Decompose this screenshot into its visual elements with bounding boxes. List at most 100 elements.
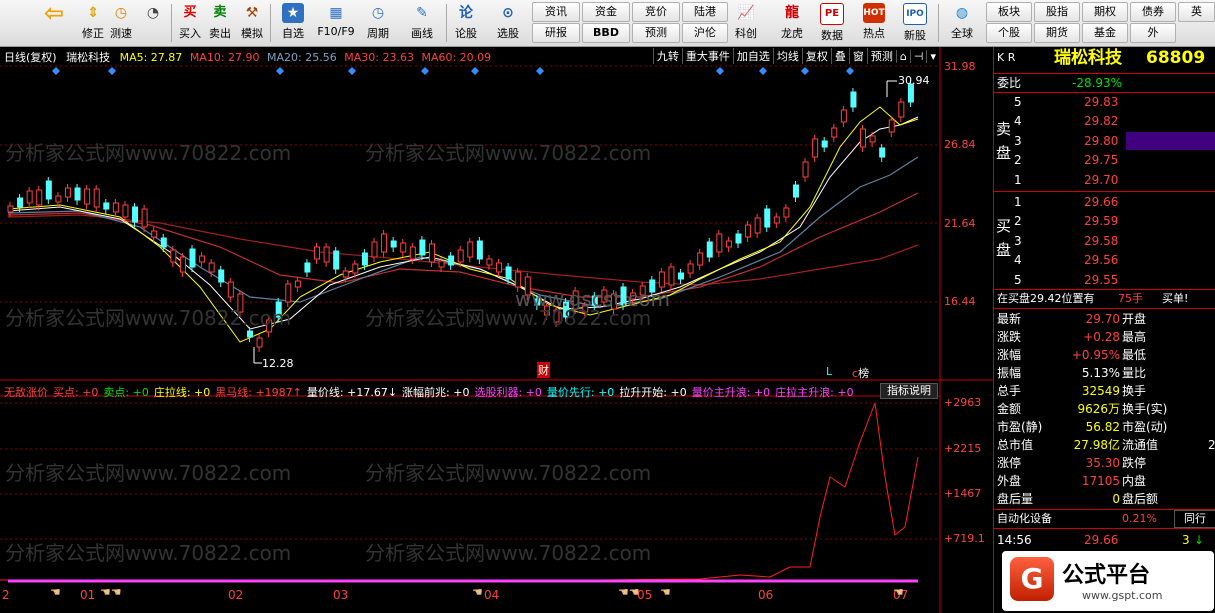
quick-report[interactable]: 研报 (532, 23, 580, 43)
buy-level[interactable]: 5 29.55 (994, 271, 1215, 289)
stat-label-2: 盘后额 (1122, 492, 1159, 506)
peer-button[interactable]: 同行 (1174, 510, 1215, 528)
candle-body (55, 195, 62, 203)
tool-jiuzhuan[interactable]: 九转 (652, 48, 682, 64)
candle-body (74, 187, 81, 201)
buy-level[interactable]: 4 29.56 (994, 251, 1215, 269)
hand-marker-icon[interactable]: ☚ (660, 585, 671, 599)
tool-events[interactable]: 重大事件 (681, 48, 733, 64)
quick-forex[interactable]: 外 (1130, 23, 1176, 43)
quick-auction[interactable]: 竞价 (632, 2, 680, 22)
speed-test-button[interactable]: ◷ 测速 (108, 2, 134, 44)
tool-ma[interactable]: 均线 (772, 48, 802, 64)
hand-marker-icon[interactable]: ☚ (472, 585, 483, 599)
quick-index[interactable]: 股指 (1034, 2, 1080, 22)
x-tick: 01 (80, 588, 96, 602)
sector-name[interactable]: 自动化设备 (997, 510, 1052, 528)
chart-tools: 九转 重大事件 加自选 均线 复权叠窗预测 ⌂ ⊣ ▾ (652, 48, 939, 64)
quick-stock[interactable]: 个股 (986, 23, 1032, 43)
quick-funds-2[interactable]: 基金 (1082, 23, 1128, 43)
quick-bonds[interactable]: 债券 (1130, 2, 1176, 22)
stat-value: 29.70 (1085, 312, 1120, 326)
sell-level[interactable]: 5 29.83 (994, 93, 1215, 111)
buy-level[interactable]: 3 29.58 (994, 232, 1215, 250)
dropdown-icon[interactable]: ▾ (926, 50, 939, 63)
hand-marker-icon[interactable]: ☚☚ (618, 585, 640, 599)
chart-type-label[interactable]: 日线(复权) (4, 51, 57, 64)
ipo-button[interactable]: IPO 新股 (898, 2, 932, 44)
level-number: 3 (1014, 233, 1022, 248)
simulate-button[interactable]: ⚒ 模拟 (238, 2, 266, 44)
candle-body (17, 197, 24, 208)
candle-body (486, 258, 493, 266)
sector-pct: 0.21% (1122, 512, 1157, 525)
tool-adjust[interactable]: 复权 (801, 48, 831, 64)
candle-body (400, 242, 407, 253)
tool-add-watch[interactable]: 加自选 (732, 48, 773, 64)
quick-london[interactable]: 沪伦 (682, 23, 728, 43)
quick-forecast[interactable]: 预测 (632, 23, 680, 43)
quick-uk[interactable]: 英 (1178, 2, 1215, 22)
x-tick: 03 (333, 588, 349, 602)
period-button[interactable]: ◷ 周期 (362, 2, 394, 44)
level-price: 29.82 (1084, 114, 1119, 129)
sell-button[interactable]: 卖 卖出 (206, 2, 234, 44)
quick-sector[interactable]: 板块 (986, 2, 1032, 22)
buy-level[interactable]: 1 29.66 (994, 193, 1215, 211)
l-marker[interactable]: L (826, 365, 832, 378)
hand-marker-icon[interactable]: ☚ (893, 585, 904, 599)
candle-body (256, 337, 263, 348)
sell-level[interactable]: 4 29.82 (994, 112, 1215, 130)
draw-line-button[interactable]: ✎ 画线 (406, 2, 438, 44)
candle-body (314, 246, 321, 260)
pin-icon[interactable]: ⊣ (909, 50, 927, 63)
x-tick: 2 (2, 588, 10, 602)
quick-news[interactable]: 资讯 (532, 2, 580, 22)
hand-marker-icon[interactable]: ☚ (50, 585, 61, 599)
tool-overlay[interactable]: 叠 (830, 48, 849, 64)
indicator-help-button[interactable]: 指标说明 (880, 383, 938, 399)
stat-row: 金额 9626万 换手(实) (994, 400, 1215, 418)
quick-hk[interactable]: 陆港 (682, 2, 728, 22)
indicator-tick: +1467 (944, 487, 982, 500)
stat-row: 最新 29.70 开盘 (994, 310, 1215, 328)
list-marker[interactable]: c榜 (852, 365, 869, 381)
buy-order-button[interactable]: 买单! (1162, 290, 1188, 308)
hot-button[interactable]: HOT 热点 (858, 2, 890, 44)
lightning-icon: ◷ (114, 5, 128, 21)
tool-window[interactable]: 窗 (848, 48, 867, 64)
watermark-2: www.gscst.com (515, 287, 671, 311)
candle-body (304, 262, 311, 273)
tool-forecast[interactable]: 预测 (866, 48, 896, 64)
hand-marker-icon[interactable]: ☚☚ (100, 585, 122, 599)
clock-button[interactable]: ◔ (140, 2, 166, 44)
stat-value: 5.13% (1081, 366, 1120, 380)
global-button[interactable]: ◍ 全球 (944, 2, 980, 44)
sell-level[interactable]: 2 29.75 (994, 151, 1215, 169)
fix-button[interactable]: ⇕ 修正 (78, 2, 108, 44)
finance-marker[interactable]: 财 (537, 362, 550, 378)
quick-funds[interactable]: 资金 (582, 2, 630, 22)
lock-icon[interactable]: ⌂ (895, 50, 910, 63)
candle-body (754, 217, 761, 234)
stat-value: 32549 (1081, 384, 1120, 398)
event-markers[interactable] (52, 67, 854, 75)
data-button[interactable]: PE 数据 (816, 2, 848, 44)
kline-chart-area[interactable]: 日线(复权) 瑞松科技 MA5: 27.87 MA10: 27.90 MA20:… (0, 47, 993, 613)
stock-picker-button[interactable]: ⊙ 选股 (492, 2, 524, 44)
back-button[interactable]: ⇦ (38, 1, 70, 44)
dragon-tiger-button[interactable]: 龍 龙虎 (776, 2, 808, 44)
buy-level[interactable]: 2 29.59 (994, 212, 1215, 230)
quick-bbd[interactable]: BBD (582, 23, 630, 43)
logo-icon: G (1010, 557, 1054, 601)
high-annotation: 30.94 (898, 74, 930, 87)
watchlist-button[interactable]: ★ 自选 (276, 2, 310, 44)
discuss-button[interactable]: 论 论股 (452, 2, 480, 44)
candle-body (764, 208, 771, 228)
star-board-button[interactable]: 📈 科创 (730, 2, 762, 44)
buy-button[interactable]: 买 买入 (176, 2, 204, 44)
sell-level[interactable]: 1 29.70 (994, 171, 1215, 189)
quick-futures[interactable]: 期货 (1034, 23, 1080, 43)
quick-options[interactable]: 期权 (1082, 2, 1128, 22)
f10-button[interactable]: ▦ F10/F9 (316, 2, 356, 44)
